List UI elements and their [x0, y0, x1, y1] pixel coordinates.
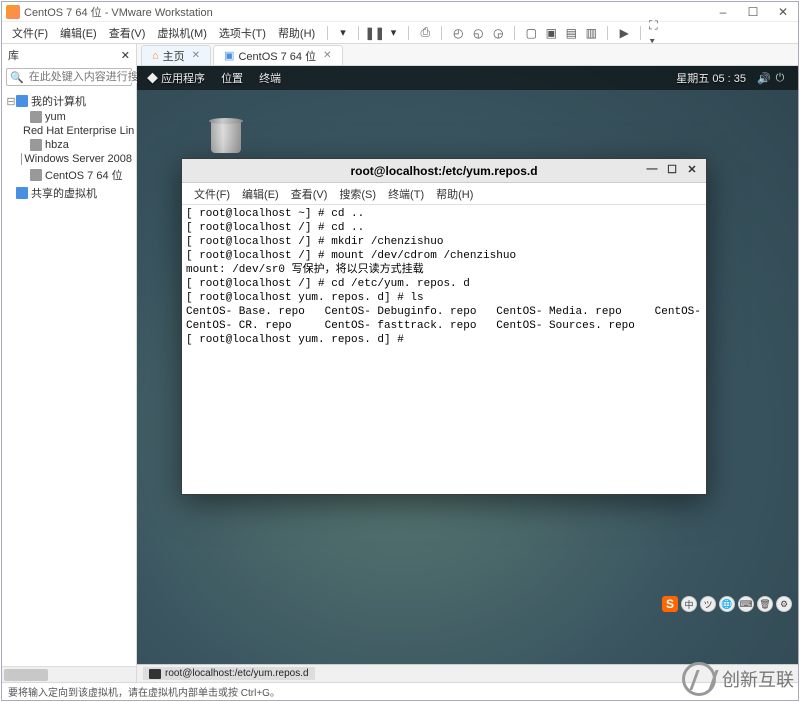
menu-edit[interactable]: 编辑(E)	[56, 25, 101, 41]
tree-item[interactable]: Windows Server 2008	[6, 152, 132, 166]
menubar: 文件(F) 编辑(E) 查看(V) 虚拟机(M) 选项卡(T) 帮助(H) ▾ …	[2, 22, 798, 44]
terminal-titlebar[interactable]: root@localhost:/etc/yum.repos.d — ☐ ✕	[182, 159, 706, 183]
terminal-maximize[interactable]: ☐	[662, 161, 682, 177]
terminal-title: root@localhost:/etc/yum.repos.d	[350, 164, 537, 178]
tree-item[interactable]: CentOS 7 64 位	[6, 166, 132, 184]
terminal-minimize[interactable]: —	[642, 161, 662, 177]
tree-shared[interactable]: 共享的虚拟机	[6, 184, 132, 202]
tree-item[interactable]: hbza	[6, 138, 132, 152]
library-title-row: 库 ✕	[2, 44, 136, 66]
term-menu-file[interactable]: 文件(F)	[190, 186, 234, 202]
volume-icon[interactable]: 🔊	[756, 72, 772, 85]
statusbar: 要将输入定向到该虚拟机，请在虚拟机内部单击或按 Ctrl+G。	[2, 682, 798, 700]
ime-icon[interactable]: 🌐	[719, 596, 735, 612]
tab-label: CentOS 7 64 位	[238, 48, 316, 64]
menu-view[interactable]: 查看(V)	[105, 25, 150, 41]
taskbar-label: root@localhost:/etc/yum.repos.d	[165, 668, 309, 679]
gnome-places[interactable]: 位置	[221, 70, 243, 86]
ime-icon[interactable]: 🗑	[757, 596, 773, 612]
library-title: 库	[8, 47, 19, 63]
tab-home[interactable]: ⌂ 主页 ✕	[141, 45, 211, 65]
vmware-icon	[6, 5, 20, 19]
layout-icon[interactable]: ▥	[583, 25, 599, 41]
tab-label: 主页	[163, 48, 185, 64]
ime-icon[interactable]: ⌨	[738, 596, 754, 612]
window-title: CentOS 7 64 位 - VMware Workstation	[24, 4, 213, 20]
tree-item[interactable]: yum	[6, 110, 132, 124]
fullscreen-icon[interactable]: ⛶ ▾	[649, 25, 665, 41]
library-scrollbar[interactable]	[2, 666, 136, 682]
tab-vm[interactable]: ▣ CentOS 7 64 位 ✕	[213, 45, 342, 65]
term-menu-terminal[interactable]: 终端(T)	[384, 186, 428, 202]
menu-tabs[interactable]: 选项卡(T)	[215, 25, 270, 41]
maximize-button[interactable]: ☐	[738, 3, 768, 21]
terminal-menubar: 文件(F) 编辑(E) 查看(V) 搜索(S) 终端(T) 帮助(H)	[182, 183, 706, 205]
dropdown-icon[interactable]: ▾	[387, 26, 401, 39]
home-icon: ⌂	[152, 50, 159, 62]
vmware-window: CentOS 7 64 位 - VMware Workstation – ☐ ✕…	[1, 1, 799, 701]
library-close-icon[interactable]: ✕	[121, 49, 130, 62]
terminal-task-icon	[149, 669, 161, 679]
tree-root[interactable]: ⊟我的计算机	[6, 92, 132, 110]
ime-icon[interactable]: ⚙	[776, 596, 792, 612]
gnome-top-bar: ◆ 应用程序 位置 终端 星期五 05 : 35 🔊 ⏻	[137, 66, 798, 90]
watermark-logo	[682, 662, 716, 696]
close-button[interactable]: ✕	[768, 3, 798, 21]
guest-desktop[interactable]: ◆ 应用程序 位置 终端 星期五 05 : 35 🔊 ⏻ root@localh…	[137, 66, 798, 682]
vm-icon: ▣	[224, 49, 234, 62]
pause-icon[interactable]: ❚❚	[367, 25, 383, 41]
tabstrip: ⌂ 主页 ✕ ▣ CentOS 7 64 位 ✕	[137, 44, 798, 66]
send-icon[interactable]: ⎙	[417, 25, 433, 41]
library-panel: 库 ✕ 🔍 ▾ ⊟我的计算机 yum Red Hat Enterprise Li…	[2, 44, 137, 682]
term-menu-edit[interactable]: 编辑(E)	[238, 186, 283, 202]
tab-close-icon[interactable]: ✕	[192, 50, 200, 61]
vm-tree: ⊟我的计算机 yum Red Hat Enterprise Lin hbza W…	[2, 88, 136, 666]
library-search[interactable]: 🔍 ▾	[6, 68, 132, 86]
menu-help[interactable]: 帮助(H)	[274, 25, 319, 41]
menu-file[interactable]: 文件(F)	[8, 25, 52, 41]
console-icon[interactable]: ▶	[616, 25, 632, 41]
tab-close-icon[interactable]: ✕	[323, 50, 331, 61]
status-text: 要将输入定向到该虚拟机，请在虚拟机内部单击或按 Ctrl+G。	[8, 684, 280, 699]
content-area: ⌂ 主页 ✕ ▣ CentOS 7 64 位 ✕ ◆ 应用程序 位置 终端 星期…	[137, 44, 798, 682]
snapshot-revert-icon[interactable]: ◶	[490, 25, 506, 41]
power-icon[interactable]: ⏻	[772, 72, 788, 85]
layout-icon[interactable]: ▣	[543, 25, 559, 41]
layout-icon[interactable]: ▢	[523, 25, 539, 41]
trash-icon[interactable]	[209, 116, 243, 154]
menu-vm[interactable]: 虚拟机(M)	[153, 25, 211, 41]
ime-zh-icon[interactable]: 中	[681, 596, 697, 612]
layout-icon[interactable]: ▤	[563, 25, 579, 41]
minimize-button[interactable]: –	[708, 3, 738, 21]
gnome-apps[interactable]: ◆ 应用程序	[147, 70, 205, 86]
snapshot-icon[interactable]: ◴	[450, 25, 466, 41]
terminal-output[interactable]: [ root@localhost ~] # cd .. [ root@local…	[182, 205, 706, 494]
watermark: 创新互联	[682, 662, 794, 696]
sogou-icon[interactable]: S	[662, 596, 678, 612]
ime-icon[interactable]: ツ	[700, 596, 716, 612]
term-menu-help[interactable]: 帮助(H)	[432, 186, 477, 202]
snapshot-mgr-icon[interactable]: ◵	[470, 25, 486, 41]
search-icon: 🔍	[7, 71, 27, 84]
dropdown-icon[interactable]: ▾	[336, 26, 350, 39]
watermark-text: 创新互联	[722, 666, 794, 692]
terminal-close[interactable]: ✕	[682, 161, 702, 177]
tree-item[interactable]: Red Hat Enterprise Lin	[6, 124, 132, 138]
terminal-window: root@localhost:/etc/yum.repos.d — ☐ ✕ 文件…	[181, 158, 707, 495]
gnome-terminal[interactable]: 终端	[259, 70, 281, 86]
titlebar: CentOS 7 64 位 - VMware Workstation – ☐ ✕	[2, 2, 798, 22]
gnome-clock[interactable]: 星期五 05 : 35	[676, 70, 746, 86]
ime-tray: S 中 ツ 🌐 ⌨ 🗑 ⚙	[662, 596, 792, 612]
term-menu-search[interactable]: 搜索(S)	[335, 186, 380, 202]
term-menu-view[interactable]: 查看(V)	[287, 186, 332, 202]
taskbar-terminal-button[interactable]: root@localhost:/etc/yum.repos.d	[143, 667, 315, 680]
